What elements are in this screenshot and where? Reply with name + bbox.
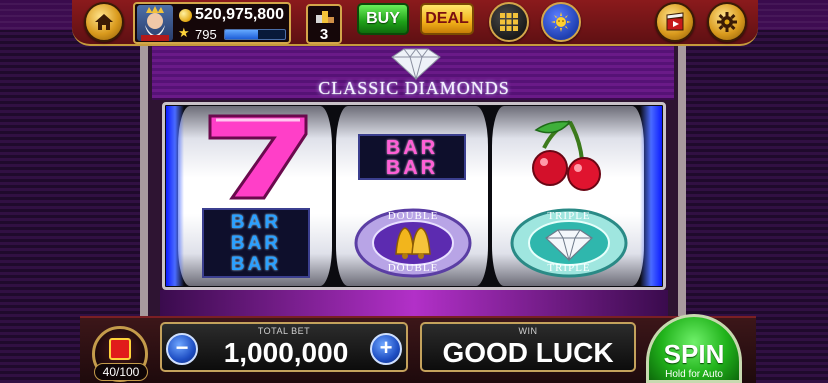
games-menu-button[interactable] [489,2,529,42]
coin-icon [179,9,192,22]
triple-label-bottom: TRIPLE [547,262,591,274]
bar-text: BAR [230,233,282,254]
avatar[interactable] [137,5,173,41]
cherry-symbol-icon [532,120,601,191]
sun-icon [551,12,571,32]
double-label-bottom: DOUBLE [387,262,439,274]
star-icon: ★ [178,25,190,40]
chest-progress: 40/100 [94,363,148,381]
total-bet-label: TOTAL BET [257,326,311,336]
double-bell-symbol: DOUBLE DOUBLE [354,208,472,278]
rank-number: 3 [319,26,329,43]
gear-icon [717,12,737,32]
spin-hint: Hold for Auto [665,369,723,380]
double-bar-symbol: BAR BAR [358,134,466,180]
gift-icon [109,338,131,360]
rank-button[interactable]: 3 [306,4,342,44]
xp-progress-fill [225,30,258,39]
deal-button[interactable]: DEAL [420,3,474,35]
triple-diamond-symbol: TRIPLE TRIPLE [510,208,628,278]
game-title: CLASSIC DIAMONDS [318,78,510,98]
buy-button[interactable]: BUY [357,3,409,35]
spin-label: SPIN [663,339,725,369]
decrease-bet-button[interactable]: − [166,333,198,365]
total-bet-value: 1,000,000 [223,337,349,368]
podium-icon [316,11,334,23]
bar-text: BAR [385,157,439,179]
home-button[interactable] [84,2,124,42]
film-icon [666,12,684,31]
seven-symbol-icon [208,114,308,200]
triple-label-top: TRIPLE [547,210,591,222]
xp-progress-bar [224,29,286,40]
settings-button[interactable] [707,2,747,42]
player-card[interactable]: 520,975,800 ★ 795 [133,2,291,44]
reel-underglow [160,290,668,316]
diamond-logo-icon [391,48,441,81]
video-button[interactable] [655,2,695,42]
coin-balance: 520,975,800 [195,6,284,23]
increase-bet-button[interactable]: + [370,333,402,365]
reel-glow-right [640,106,662,286]
triple-bar-symbol: BAR BAR BAR [202,208,310,278]
king-avatar-icon [141,6,169,41]
win-message: GOOD LUCK [442,337,614,368]
total-bet-panel: TOTAL BET − 1,000,000 + [160,322,408,372]
player-level: 795 [195,27,217,42]
bar-text: BAR [230,254,282,275]
win-label: WIN [518,326,538,336]
home-icon [95,14,113,30]
win-panel: WIN GOOD LUCK [420,322,636,372]
slot-machine-screen: CLASSIC DIAMONDS BAR BAR BAR BAR BAR DOU… [0,0,828,383]
reel-glow-left [166,106,184,286]
grid-icon [500,13,518,31]
daily-bonus-button[interactable] [541,2,581,42]
double-label-top: DOUBLE [387,210,439,222]
bar-text: BAR [230,212,282,233]
